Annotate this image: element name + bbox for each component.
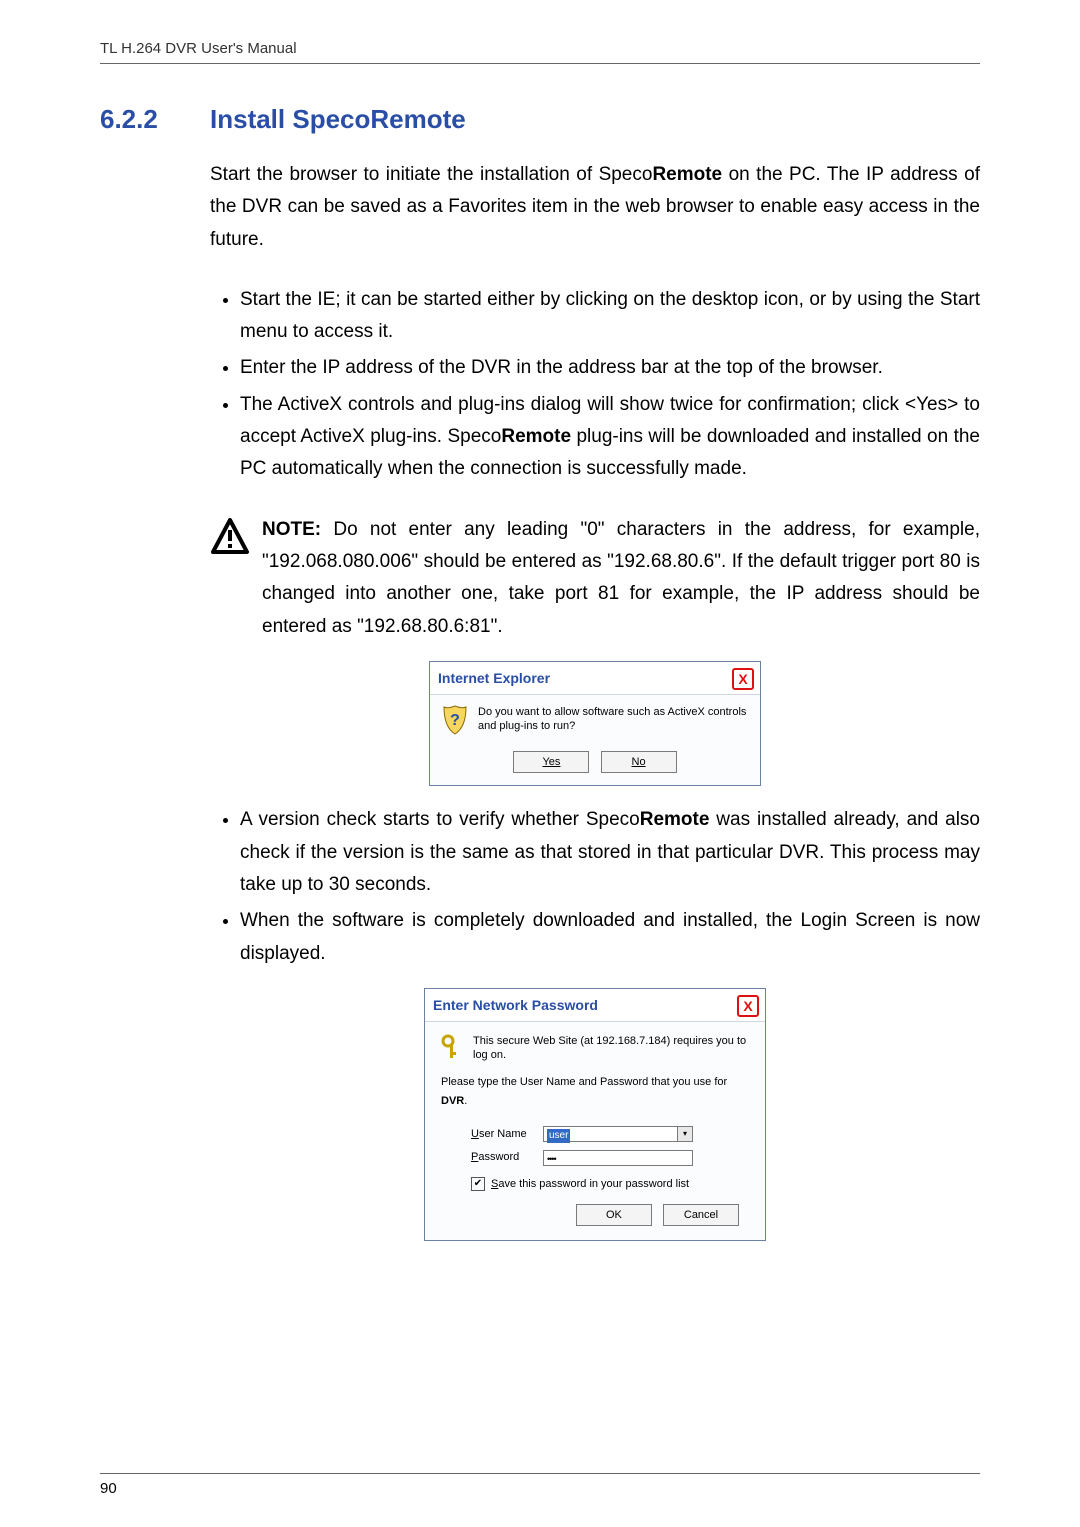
password-dialog: Enter Network Password X: [424, 988, 766, 1242]
section-title: Install SpecoRemote: [210, 104, 466, 135]
page-number: 90: [100, 1480, 117, 1497]
key-icon: [441, 1034, 463, 1060]
close-button[interactable]: X: [737, 995, 759, 1017]
chevron-down-icon[interactable]: ▾: [677, 1127, 692, 1141]
note-block: NOTE: Do not enter any leading "0" chara…: [210, 514, 980, 643]
close-button[interactable]: X: [732, 668, 754, 690]
bullet-list-1: Start the IE; it can be started either b…: [210, 284, 980, 486]
svg-text:?: ?: [450, 712, 460, 729]
dialog-titlebar: Enter Network Password X: [425, 989, 765, 1022]
dialog-message-1: This secure Web Site (at 192.168.7.184) …: [473, 1034, 749, 1064]
password-field[interactable]: ••••: [543, 1150, 693, 1166]
dialog-title: Internet Explorer: [438, 667, 550, 691]
bullet-list-2: A version check starts to verify whether…: [210, 804, 980, 969]
no-button[interactable]: No: [601, 751, 677, 774]
yes-button[interactable]: Yes: [513, 751, 589, 774]
dialog-message-2: Please type the User Name and Password t…: [441, 1073, 749, 1110]
footer-rule: [100, 1473, 980, 1474]
shield-question-icon: ?: [442, 705, 468, 735]
warning-icon: [210, 517, 254, 568]
page-footer: 90: [100, 1473, 980, 1497]
username-field[interactable]: user ▾: [543, 1126, 693, 1142]
list-item: Enter the IP address of the DVR in the a…: [240, 352, 980, 384]
list-item: The ActiveX controls and plug-ins dialog…: [240, 389, 980, 486]
activex-dialog: Internet Explorer X ? Do you want to all…: [429, 661, 761, 786]
list-item: Start the IE; it can be started either b…: [240, 284, 980, 349]
username-label: User Name: [471, 1125, 535, 1144]
list-item: A version check starts to verify whether…: [240, 804, 980, 901]
cancel-button[interactable]: Cancel: [663, 1204, 739, 1227]
dialog-title: Enter Network Password: [433, 994, 598, 1018]
note-text: NOTE: Do not enter any leading "0" chara…: [262, 514, 980, 643]
list-item: When the software is completely download…: [240, 905, 980, 970]
dialog-titlebar: Internet Explorer X: [430, 662, 760, 695]
save-password-label: Save this password in your password list: [491, 1175, 689, 1194]
dialog-message: Do you want to allow software such as Ac…: [478, 705, 748, 734]
header-rule: [100, 63, 980, 64]
password-label: Password: [471, 1148, 535, 1167]
ok-button[interactable]: OK: [576, 1204, 652, 1227]
doc-header: TL H.264 DVR User's Manual: [100, 40, 980, 57]
save-password-checkbox[interactable]: ✔: [471, 1177, 485, 1191]
section-heading: 6.2.2 Install SpecoRemote: [100, 104, 980, 135]
section-number: 6.2.2: [100, 104, 210, 135]
intro-paragraph: Start the browser to initiate the instal…: [210, 159, 980, 256]
